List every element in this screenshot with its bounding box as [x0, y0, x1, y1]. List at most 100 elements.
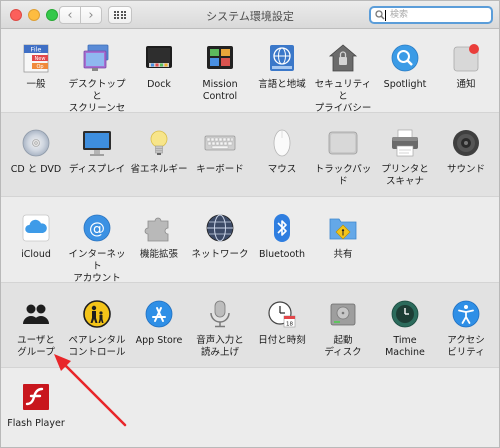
- pref-flash-player[interactable]: Flash Player: [5, 381, 67, 430]
- pref-network[interactable]: ネットワーク: [189, 212, 251, 261]
- pref-label: 共有: [333, 249, 353, 260]
- microphone-icon: [204, 298, 236, 330]
- speaker-icon: [450, 127, 482, 159]
- pref-printers-scanners[interactable]: プリンタと スキャナ: [374, 127, 436, 188]
- zoom-window-button[interactable]: [46, 9, 58, 21]
- flash-player-icon: [20, 381, 52, 413]
- pref-icloud[interactable]: iCloud: [5, 212, 67, 261]
- dock-icon: [143, 42, 175, 74]
- pref-label: 起動 ディスク: [324, 335, 362, 358]
- search-input[interactable]: [386, 9, 480, 21]
- title-bar: ‹ › システム環境設定: [1, 1, 499, 29]
- pref-label: セキュリティと プライバシー: [314, 79, 372, 114]
- svg-text:New: New: [35, 56, 46, 62]
- forward-button[interactable]: ›: [80, 6, 102, 24]
- section-system: ユーザと グループ ペアレンタル コントロール App Store 音声入力と …: [1, 282, 499, 368]
- pref-accessibility[interactable]: アクセシ ビリティ: [435, 298, 497, 359]
- pref-notifications[interactable]: 通知: [435, 42, 497, 91]
- pref-security-privacy[interactable]: セキュリティと プライバシー: [312, 42, 374, 115]
- pref-label: iCloud: [21, 249, 51, 260]
- section-personal: File New Op 一般 デスクトップと スクリーンセーバ: [1, 30, 499, 126]
- cd-dvd-icon: [20, 127, 52, 159]
- section-other: Flash Player: [1, 368, 499, 447]
- time-machine-icon: [389, 298, 421, 330]
- pref-energy-saver[interactable]: 省エネルギー: [128, 127, 190, 176]
- chevron-right-icon: ›: [88, 7, 94, 23]
- show-all-button[interactable]: [108, 6, 132, 24]
- mouse-icon: [266, 127, 298, 159]
- pref-label: Flash Player: [7, 418, 65, 429]
- pref-mission-control[interactable]: Mission Control: [189, 42, 251, 103]
- startup-disk-icon: [327, 298, 359, 330]
- general-icon: File New Op: [20, 42, 52, 74]
- pref-displays[interactable]: ディスプレイ: [66, 127, 128, 176]
- minimize-window-button[interactable]: [28, 9, 40, 21]
- spotlight-icon: [389, 42, 421, 74]
- pref-sharing[interactable]: 共有: [312, 212, 374, 261]
- pref-label: Mission Control: [202, 79, 238, 102]
- accessibility-icon: [450, 298, 482, 330]
- pref-label: ペアレンタル コントロール: [68, 335, 126, 358]
- desktop-icon: [81, 42, 113, 74]
- pref-label: Time Machine: [385, 335, 425, 358]
- sharing-folder-icon: [327, 212, 359, 244]
- pref-dictation-speech[interactable]: 音声入力と 読み上げ: [189, 298, 251, 359]
- search-field[interactable]: [369, 6, 493, 24]
- display-icon: [81, 127, 113, 159]
- pref-users-groups[interactable]: ユーザと グループ: [5, 298, 67, 359]
- pref-internet-accounts[interactable]: @ インターネット アカウント: [66, 212, 128, 285]
- pref-bluetooth[interactable]: Bluetooth: [251, 212, 313, 261]
- pref-date-time[interactable]: 18 日付と時刻: [251, 298, 313, 347]
- at-sign-icon: @: [81, 212, 113, 244]
- pref-label: 通知: [456, 79, 476, 90]
- system-preferences-window: ‹ › システム環境設定 検索 File New Op 一般 デスクトップと ス…: [0, 0, 500, 448]
- back-button[interactable]: ‹: [59, 6, 81, 24]
- pref-time-machine[interactable]: Time Machine: [374, 298, 436, 359]
- pref-label: ユーザと グループ: [17, 335, 55, 358]
- pref-label: ネットワーク: [191, 249, 249, 260]
- svg-text:Op: Op: [36, 64, 43, 70]
- pref-app-store[interactable]: App Store: [128, 298, 190, 347]
- svg-text:18: 18: [286, 322, 293, 328]
- puzzle-icon: [143, 212, 175, 244]
- security-house-icon: [327, 42, 359, 74]
- pref-parental-controls[interactable]: ペアレンタル コントロール: [66, 298, 128, 359]
- pref-label: Bluetooth: [258, 249, 306, 260]
- printer-icon: [389, 127, 421, 159]
- close-window-button[interactable]: [10, 9, 22, 21]
- pref-general[interactable]: File New Op 一般: [5, 42, 67, 91]
- svg-text:File: File: [31, 46, 42, 54]
- pref-trackpad[interactable]: トラックパッド: [312, 127, 374, 188]
- notifications-icon: [450, 42, 482, 74]
- bluetooth-icon: [266, 212, 298, 244]
- pref-label: 一般: [26, 79, 46, 90]
- pref-keyboard[interactable]: キーボード: [189, 127, 251, 176]
- pref-label: Spotlight: [383, 79, 427, 90]
- icloud-icon: [20, 212, 52, 244]
- pref-startup-disk[interactable]: 起動 ディスク: [312, 298, 374, 359]
- network-globe-icon: [204, 212, 236, 244]
- pref-language-region[interactable]: 言語と地域: [251, 42, 313, 91]
- pref-label: 音声入力と 読み上げ: [196, 335, 244, 358]
- pref-sound[interactable]: サウンド: [435, 127, 497, 176]
- pref-label: キーボード: [196, 164, 244, 175]
- app-store-icon: [143, 298, 175, 330]
- pref-label: 機能拡張: [139, 249, 178, 260]
- pref-label: マウス: [267, 164, 297, 175]
- pref-dock[interactable]: Dock: [128, 42, 190, 91]
- language-globe-icon: [266, 42, 298, 74]
- mission-control-icon: [204, 42, 236, 74]
- parental-controls-icon: [81, 298, 113, 330]
- pref-label: アクセシ ビリティ: [447, 335, 485, 358]
- pref-label: 日付と時刻: [258, 335, 306, 346]
- pref-cd-dvd[interactable]: CD と DVD: [5, 127, 67, 176]
- pref-extensions[interactable]: 機能拡張: [128, 212, 190, 261]
- pref-mouse[interactable]: マウス: [251, 127, 313, 176]
- pref-spotlight[interactable]: Spotlight: [374, 42, 436, 91]
- pref-label: 省エネルギー: [130, 164, 188, 175]
- section-internet-wireless: iCloud @ インターネット アカウント 機能拡張 ネットワーク Bluet…: [1, 197, 499, 285]
- clock-calendar-icon: 18: [266, 298, 298, 330]
- svg-text:@: @: [89, 219, 105, 238]
- grid-icon: [114, 10, 127, 20]
- chevron-left-icon: ‹: [67, 7, 73, 23]
